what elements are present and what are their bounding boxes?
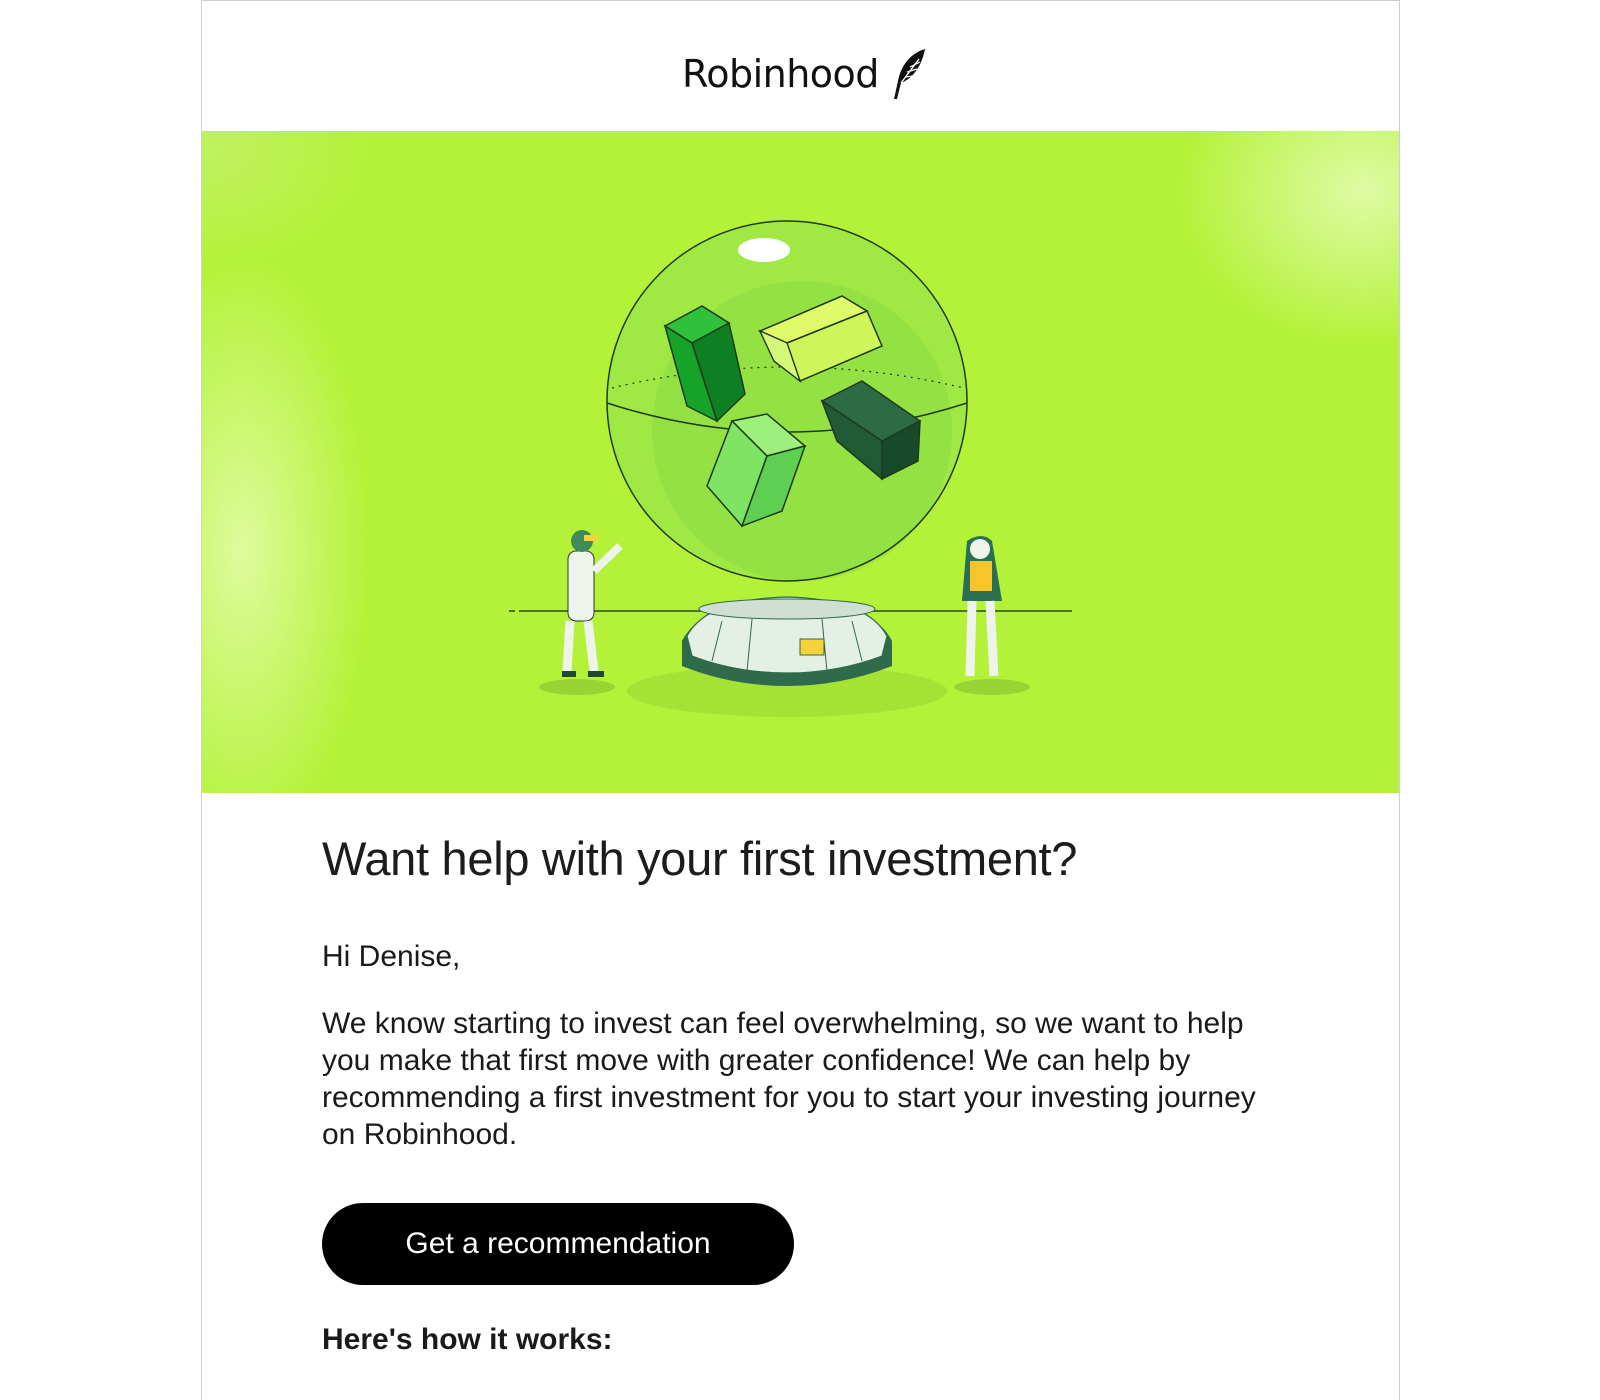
how-it-works-heading: Here's how it works: bbox=[322, 1323, 613, 1357]
feather-icon bbox=[893, 49, 925, 99]
email-content: Want help with your first investment? Hi… bbox=[322, 831, 1282, 1357]
get-recommendation-button[interactable]: Get a recommendation bbox=[322, 1203, 794, 1286]
body-paragraph: We know starting to invest can feel over… bbox=[322, 1007, 1256, 1152]
logo-wordmark: Robinhood bbox=[682, 52, 879, 96]
email-container: Robinhood Want help with your first inve… bbox=[201, 0, 1400, 1400]
hero-illustration bbox=[202, 131, 1399, 793]
crystal-ball-scene bbox=[505, 220, 1072, 717]
email-header: Robinhood bbox=[202, 1, 1399, 131]
robinhood-logo[interactable]: Robinhood bbox=[682, 47, 929, 101]
email-title: Want help with your first investment? bbox=[322, 832, 1078, 885]
greeting-text: Hi Denise, bbox=[322, 940, 461, 974]
